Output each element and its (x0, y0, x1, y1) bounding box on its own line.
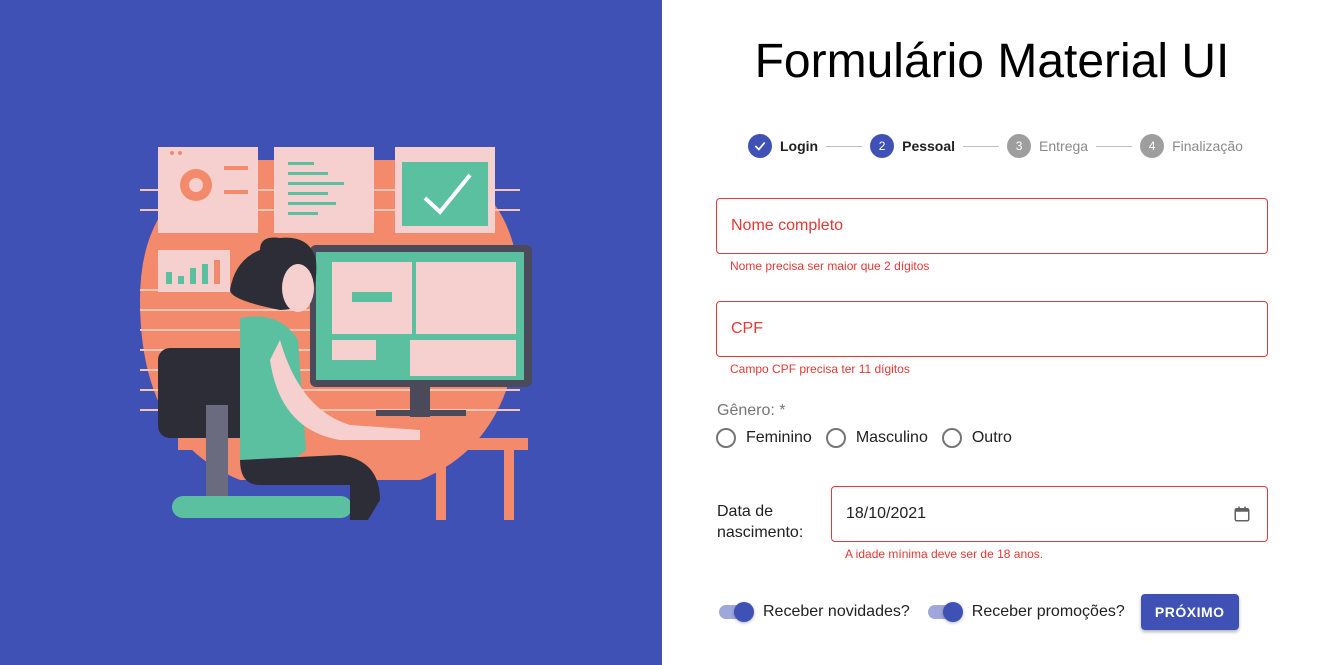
stepper: Login 2 Pessoal 3 Entrega 4 Finalização (748, 133, 1243, 159)
step-label: Pessoal (902, 138, 956, 154)
novidades-label: Receber novidades? (763, 603, 910, 620)
radio-circle[interactable] (716, 428, 736, 448)
step-finalizacao[interactable]: 4 Finalização (1140, 134, 1243, 158)
cpf-field[interactable]: CPF (716, 301, 1268, 357)
radio-circle[interactable] (825, 428, 846, 448)
step-number: 4 (1140, 134, 1165, 158)
birthdate-value: 18/10/2021 (846, 505, 927, 522)
radio-circle[interactable] (941, 428, 962, 448)
step-connector (963, 145, 1000, 147)
cpf-error: Campo CPF precisa ter 11 dígitos (730, 362, 910, 376)
radio-label: Masculino (855, 429, 928, 446)
form-panel: Formulário Material UI Login 2 Pessoal 3… (662, 0, 1322, 665)
step-pessoal[interactable]: 2 Pessoal (870, 134, 955, 158)
gender-label: Gênero: * (717, 402, 786, 419)
name-error: Nome precisa ser maior que 2 dígitos (730, 259, 930, 273)
step-number: 2 (870, 134, 895, 158)
name-field[interactable]: Nome completo (716, 198, 1268, 254)
step-label: Login (780, 138, 819, 154)
step-connector (826, 145, 863, 147)
radio-outro[interactable]: Outro (941, 428, 1012, 448)
novidades-switch[interactable] (717, 602, 755, 622)
step-number: 3 (1007, 134, 1032, 158)
radio-feminino[interactable]: Feminino (716, 428, 812, 448)
step-login[interactable]: Login (748, 134, 818, 158)
actions-row: Receber novidades? Receber promoções? PR… (717, 594, 1239, 630)
radio-label: Feminino (746, 429, 812, 446)
gender-radio-group: Feminino Masculino Outro (716, 428, 1026, 448)
developer-illustration (140, 147, 532, 520)
birthdate-field[interactable]: 18/10/2021 (831, 486, 1268, 542)
promocoes-label: Receber promoções? (971, 603, 1125, 620)
calendar-icon[interactable] (1233, 505, 1251, 523)
name-placeholder: Nome completo (731, 217, 844, 234)
next-button[interactable]: PRÓXIMO (1140, 594, 1239, 630)
step-connector (1096, 145, 1133, 147)
step-entrega[interactable]: 3 Entrega (1007, 134, 1088, 158)
birthdate-error: A idade mínima deve ser de 18 anos. (845, 547, 1044, 561)
radio-label: Outro (971, 429, 1012, 446)
illustration-panel (0, 0, 662, 665)
promocoes-switch[interactable] (926, 602, 964, 622)
cpf-placeholder: CPF (731, 320, 763, 337)
page-title: Formulário Material UI (754, 35, 1230, 88)
radio-masculino[interactable]: Masculino (825, 428, 928, 448)
step-label: Entrega (1039, 138, 1089, 154)
birthdate-label: Data de nascimento: (717, 503, 804, 541)
check-icon (748, 134, 772, 158)
step-label: Finalização (1172, 138, 1243, 154)
